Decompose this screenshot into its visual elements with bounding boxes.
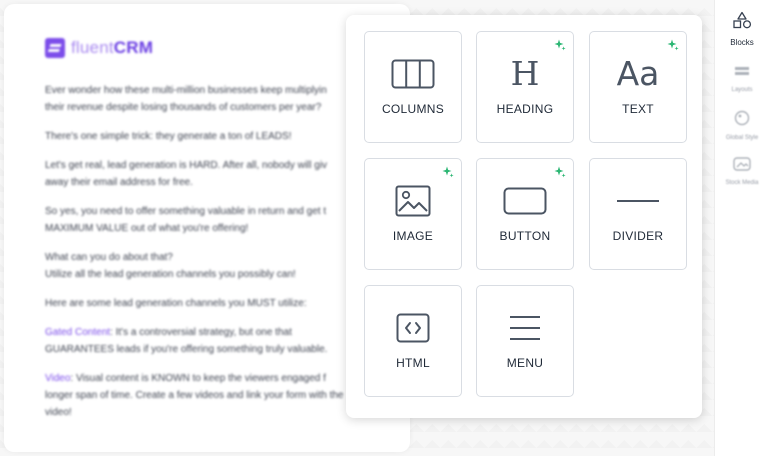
email-text-line: What can you do about that? bbox=[45, 252, 173, 263]
block-tile-text[interactable]: Aa TEXT bbox=[589, 31, 687, 143]
sidebar-tab-stock-media-label: Stock Media bbox=[725, 179, 759, 186]
block-tile-label: COLUMNS bbox=[381, 102, 445, 116]
sidebar-tab-global-style-label: Global Style bbox=[725, 134, 759, 141]
divider-icon bbox=[617, 200, 659, 202]
sidebar-tab-global-style[interactable]: Global Style bbox=[715, 104, 768, 146]
heading-icon: H bbox=[477, 56, 573, 92]
fluentcrm-logo-mark bbox=[45, 38, 65, 58]
block-tile-image[interactable]: IMAGE bbox=[364, 158, 462, 270]
logo-word-bold: CRM bbox=[113, 38, 154, 57]
email-text-line: : It's a controversial strategy, but one… bbox=[110, 327, 292, 338]
ai-sparkle-icon bbox=[554, 166, 566, 178]
ai-sparkle-icon bbox=[554, 39, 566, 51]
sidebar-tab-layouts[interactable]: Layouts bbox=[715, 58, 768, 100]
email-paragraph: Let's get real, lead generation is HARD.… bbox=[45, 157, 375, 191]
columns-icon bbox=[391, 59, 435, 89]
block-tile-divider[interactable]: DIVIDER bbox=[589, 158, 687, 270]
gated-content-link[interactable]: Gated Content bbox=[45, 327, 110, 338]
email-text-line: Ever wonder how these multi-million busi… bbox=[45, 85, 327, 96]
stock-media-icon bbox=[733, 156, 751, 176]
layouts-icon bbox=[734, 65, 750, 83]
email-text-line: : Visual content is KNOWN to keep the vi… bbox=[70, 373, 326, 384]
block-tile-label: DIVIDER bbox=[612, 229, 664, 243]
email-text-line: GUARANTEES leads if you're offering some… bbox=[45, 344, 328, 355]
block-tile-heading[interactable]: H HEADING bbox=[476, 31, 574, 143]
heading-glyph: H bbox=[510, 54, 540, 93]
email-text-line: Let's get real, lead generation is HARD.… bbox=[45, 160, 328, 171]
block-tile-label: HEADING bbox=[496, 102, 554, 116]
email-preview-content: fluentCRM Ever wonder how these multi-mi… bbox=[4, 4, 375, 421]
email-paragraph-gated-content: Gated Content: It's a controversial stra… bbox=[45, 324, 375, 358]
block-tile-html[interactable]: HTML bbox=[364, 285, 462, 397]
image-icon-wrap bbox=[365, 183, 461, 219]
sidebar-tab-stock-media[interactable]: Stock Media bbox=[715, 150, 768, 192]
html-icon-wrap bbox=[365, 310, 461, 346]
email-text-line: So yes, you need to offer something valu… bbox=[45, 206, 327, 217]
palette-icon bbox=[734, 110, 750, 131]
sidebar-tab-layouts-label: Layouts bbox=[731, 87, 753, 93]
image-icon bbox=[395, 185, 431, 217]
video-link[interactable]: Video bbox=[45, 373, 70, 384]
email-paragraph: There's one simple trick: they generate … bbox=[45, 128, 375, 145]
fluentcrm-logo: fluentCRM bbox=[45, 34, 375, 62]
email-paragraph: Here are some lead generation channels y… bbox=[45, 295, 375, 312]
editor-stage: fluentCRM Ever wonder how these multi-mi… bbox=[0, 0, 768, 456]
blocks-panel: COLUMNS H HEADING Aa TEXT IMAGE BUTTON D… bbox=[346, 15, 702, 418]
email-paragraph: So yes, you need to offer something valu… bbox=[45, 203, 375, 237]
email-text-line: Utilize all the lead generation channels… bbox=[45, 269, 296, 280]
email-text-line: video! bbox=[45, 407, 72, 418]
block-tile-label: BUTTON bbox=[499, 229, 551, 243]
email-paragraph: Ever wonder how these multi-million busi… bbox=[45, 82, 375, 116]
block-tile-menu[interactable]: MENU bbox=[476, 285, 574, 397]
ai-sparkle-icon bbox=[667, 39, 679, 51]
menu-icon-wrap bbox=[477, 310, 573, 346]
email-text-line: Here are some lead generation channels y… bbox=[45, 298, 307, 309]
ai-sparkle-icon bbox=[442, 166, 454, 178]
email-paragraph-video: Video: Visual content is KNOWN to keep t… bbox=[45, 370, 375, 421]
text-glyph: Aa bbox=[616, 54, 660, 93]
button-icon-wrap bbox=[477, 183, 573, 219]
email-text-line: MAXIMUM VALUE out of what you're offerin… bbox=[45, 223, 249, 234]
fluentcrm-logo-text: fluentCRM bbox=[71, 38, 153, 58]
logo-word-light: fluent bbox=[71, 38, 114, 57]
block-tile-label: TEXT bbox=[622, 102, 654, 116]
email-paragraph: What can you do about that? Utilize all … bbox=[45, 249, 375, 283]
right-sidebar: Blocks Layouts Global Style Stock Media bbox=[714, 0, 768, 456]
shapes-icon bbox=[732, 11, 752, 34]
block-tile-button[interactable]: BUTTON bbox=[476, 158, 574, 270]
block-tile-label: IMAGE bbox=[392, 229, 434, 243]
columns-icon-wrap bbox=[365, 56, 461, 92]
divider-icon-wrap bbox=[590, 183, 686, 219]
email-text-line: longer span of time. Create a few videos… bbox=[45, 390, 344, 401]
block-tile-label: HTML bbox=[396, 356, 430, 370]
block-tile-columns[interactable]: COLUMNS bbox=[364, 31, 462, 143]
menu-icon bbox=[510, 316, 540, 340]
block-tile-label: MENU bbox=[506, 356, 544, 370]
email-text-line: There's one simple trick: they generate … bbox=[45, 131, 292, 142]
text-icon: Aa bbox=[590, 56, 686, 92]
button-icon bbox=[503, 187, 547, 215]
sidebar-tab-blocks[interactable]: Blocks bbox=[715, 8, 768, 50]
sidebar-tab-blocks-label: Blocks bbox=[730, 38, 754, 47]
email-text-line: their revenue despite losing thousands o… bbox=[45, 102, 322, 113]
email-text-line: away their email address for free. bbox=[45, 177, 193, 188]
html-icon bbox=[396, 313, 430, 343]
